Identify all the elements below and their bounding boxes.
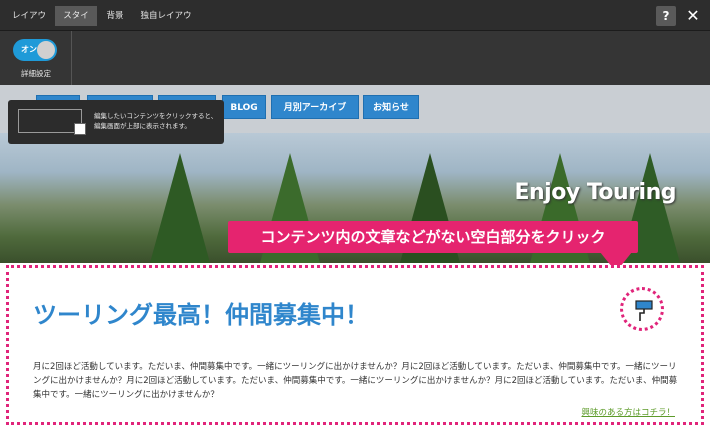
toggle-label: オン <box>21 45 37 54</box>
settings-bar: オン 詳細設定 <box>0 31 710 85</box>
article-title: ツーリング最高！仲間募集中！ <box>33 301 369 329</box>
article-content[interactable]: ツーリング最高！仲間募集中！ 月に2回ほど活動しています。ただいま、仲間募集中で… <box>6 265 704 425</box>
site-preview: BLOG 月別アーカイブ お知らせ Enjoy Touring 編集したいコンテ… <box>0 85 710 431</box>
nav-item-news[interactable]: お知らせ <box>363 95 419 119</box>
tab-background[interactable]: 背景 <box>100 6 130 26</box>
tooltip-text: 編集したいコンテンツをクリックすると、編集画面が上部に表示されます。 <box>94 112 218 130</box>
nav-item-blog[interactable]: BLOG <box>222 95 266 119</box>
toggle-knob <box>37 41 55 59</box>
detail-settings: オン 詳細設定 <box>0 31 72 85</box>
hero-title: Enjoy Touring <box>514 180 676 205</box>
help-icon: ? <box>662 9 670 23</box>
top-toolbar: レイアウト スタイル 背景 独自レイアウト ? ✕ <box>0 0 710 41</box>
tab-custom-layout[interactable]: 独自レイアウト <box>134 6 198 41</box>
article-link[interactable]: 興味のある方はコチラ！ <box>581 406 675 418</box>
close-icon: ✕ <box>686 6 700 25</box>
tab-style[interactable]: スタイル <box>55 6 97 41</box>
article-body: 月に2回ほど活動しています。ただいま、仲間募集中です。一緒にツーリングに出かけま… <box>33 362 678 400</box>
hero-tree <box>150 153 210 263</box>
tooltip-frame <box>18 109 82 133</box>
detail-toggle[interactable]: オン <box>13 39 57 61</box>
close-button[interactable]: ✕ <box>683 6 703 26</box>
tooltip: 編集したいコンテンツをクリックすると、編集画面が上部に表示されます。 <box>8 100 224 144</box>
tab-layout[interactable]: レイアウト <box>4 6 54 41</box>
detail-label: 詳細設定 <box>21 69 51 78</box>
cursor-highlight <box>620 287 664 331</box>
callout-banner: コンテンツ内の文章などがない空白部分をクリック <box>228 221 638 253</box>
nav-item-archive[interactable]: 月別アーカイブ <box>271 95 359 119</box>
paint-roller-icon <box>635 300 653 321</box>
help-button[interactable]: ? <box>656 6 676 26</box>
paint-roller-icon <box>74 123 86 135</box>
